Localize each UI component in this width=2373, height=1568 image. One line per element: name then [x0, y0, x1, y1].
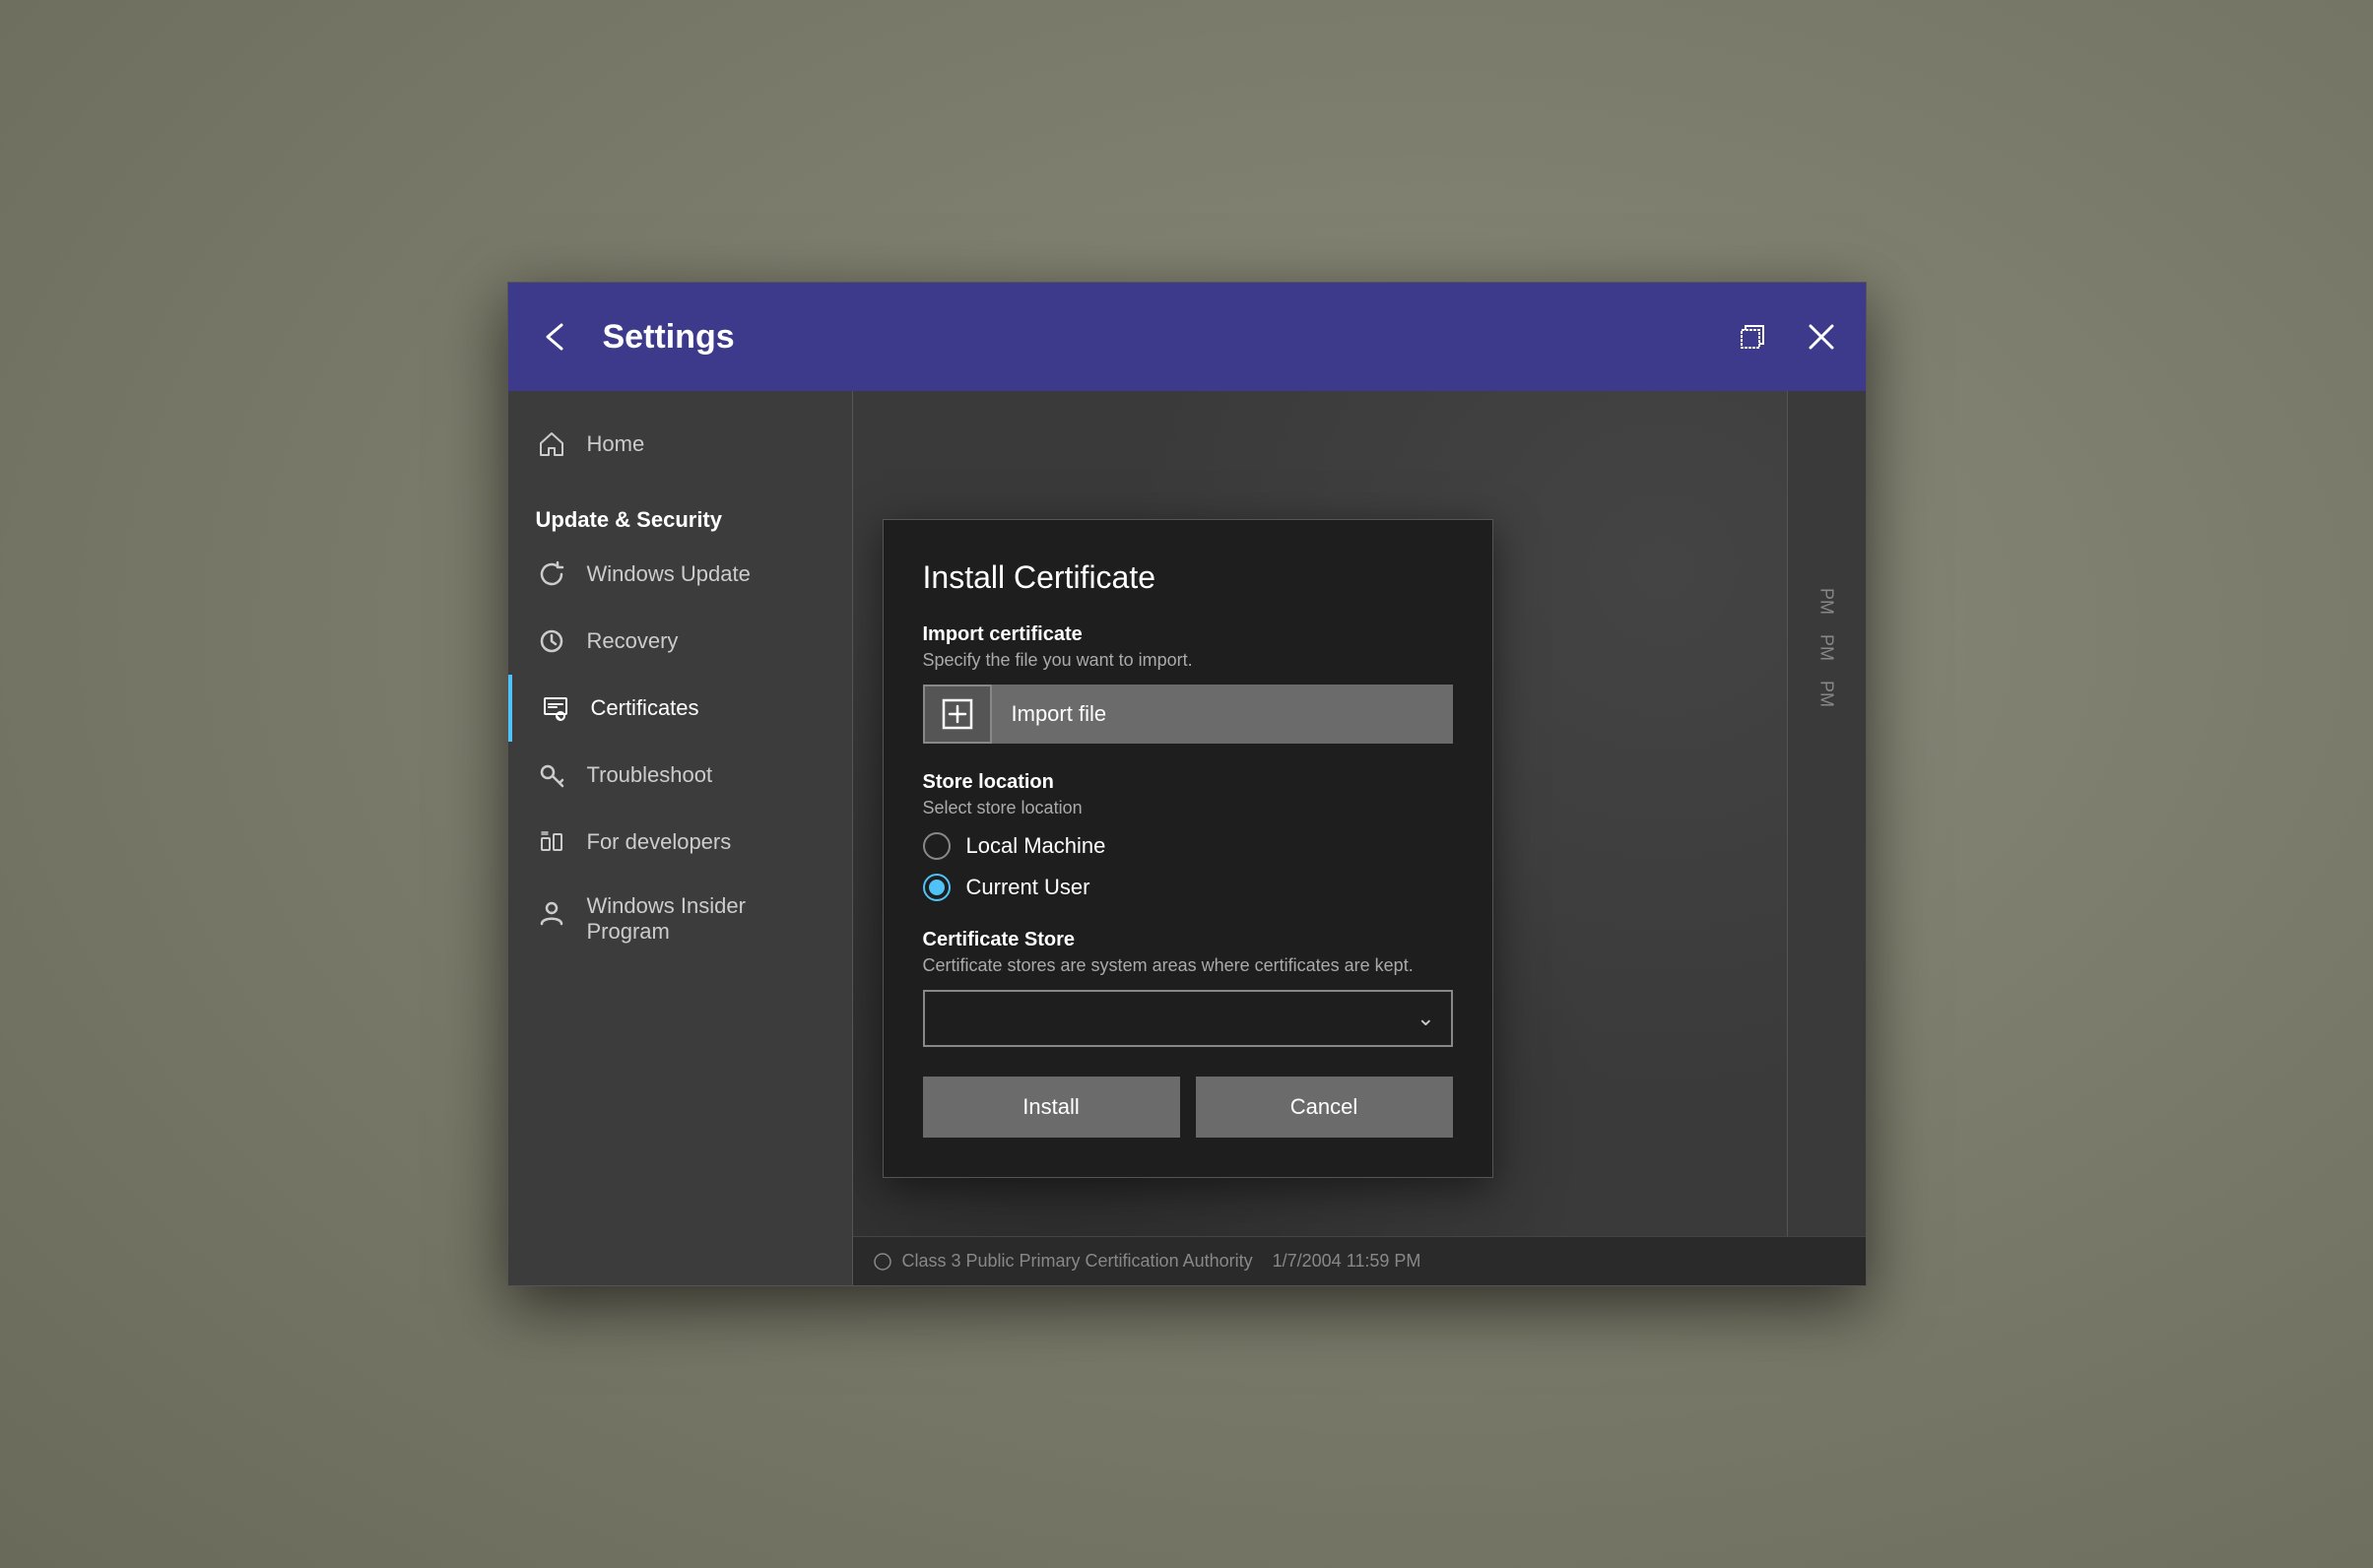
radio-local-machine[interactable]: Local Machine: [923, 832, 1453, 860]
action-buttons: Install Cancel: [923, 1077, 1453, 1138]
cancel-button[interactable]: Cancel: [1196, 1077, 1453, 1138]
settings-window: Settings: [507, 282, 1867, 1286]
sidebar-item-windows-insider[interactable]: Windows InsiderProgram: [508, 876, 852, 962]
restore-button[interactable]: [1738, 322, 1767, 352]
bottom-item-cert: Class 3 Public Primary Certification Aut…: [873, 1251, 1253, 1272]
import-file-icon: [923, 685, 992, 744]
right-content: PM PM PM Install Certificate Import cert…: [853, 391, 1866, 1285]
bottom-item-date: 1/7/2004 11:59 PM: [1273, 1251, 1421, 1272]
radio-current-user-circle: [923, 874, 951, 901]
import-cert-label: Import certificate: [923, 623, 1453, 646]
home-label: Home: [587, 431, 645, 457]
bottom-cert-text: Class 3 Public Primary Certification Aut…: [902, 1251, 1253, 1272]
sidebar-label-windows-insider: Windows InsiderProgram: [587, 893, 746, 945]
install-button[interactable]: Install: [923, 1077, 1180, 1138]
store-location-label: Store location: [923, 771, 1453, 794]
dialog-overlay: Install Certificate Import certificate S…: [853, 391, 1866, 1285]
import-cert-desc: Specify the file you want to import.: [923, 650, 1453, 671]
refresh-icon: [536, 558, 567, 590]
titlebar: Settings: [508, 283, 1866, 391]
close-button[interactable]: [1807, 322, 1836, 352]
main-content: Home Update & Security Windows Update: [508, 391, 1866, 1285]
sidebar-item-troubleshoot[interactable]: Troubleshoot: [508, 742, 852, 809]
window-controls: [1738, 322, 1836, 352]
sidebar-label-for-developers: For developers: [587, 829, 732, 855]
sidebar-label-certificates: Certificates: [591, 695, 699, 721]
sidebar-item-windows-update[interactable]: Windows Update: [508, 541, 852, 608]
radio-local-machine-label: Local Machine: [966, 833, 1106, 859]
install-certificate-dialog: Install Certificate Import certificate S…: [883, 519, 1493, 1178]
sidebar-item-recovery[interactable]: Recovery: [508, 608, 852, 675]
sidebar-item-certificates[interactable]: Certificates: [508, 675, 852, 742]
sidebar: Home Update & Security Windows Update: [508, 391, 853, 1285]
dropdown-arrow-icon: ⌄: [1417, 1006, 1434, 1031]
sidebar-section-header: Update & Security: [508, 488, 852, 541]
import-file-button[interactable]: Import file: [923, 685, 1453, 744]
person-icon: [536, 897, 567, 929]
radio-current-user-label: Current User: [966, 875, 1090, 900]
tools-icon: [536, 826, 567, 858]
dialog-title: Install Certificate: [923, 559, 1453, 596]
sidebar-label-troubleshoot: Troubleshoot: [587, 762, 713, 788]
back-button[interactable]: [538, 319, 573, 355]
cert-store-label: Certificate Store: [923, 929, 1453, 951]
import-btn-text: Import file: [992, 701, 1127, 727]
store-location-desc: Select store location: [923, 798, 1453, 818]
sidebar-label-recovery: Recovery: [587, 628, 679, 654]
sidebar-item-home[interactable]: Home: [508, 411, 852, 478]
cert-store-dropdown[interactable]: ⌄: [923, 990, 1453, 1047]
bottom-bar: Class 3 Public Primary Certification Aut…: [853, 1236, 1866, 1285]
certificate-icon: [540, 692, 571, 724]
window-title: Settings: [603, 318, 1738, 357]
home-icon: [536, 428, 567, 460]
key-icon: [536, 759, 567, 791]
radio-group-store-location: Local Machine Current User: [923, 832, 1453, 901]
history-icon: [536, 625, 567, 657]
radio-current-user[interactable]: Current User: [923, 874, 1453, 901]
cert-store-desc: Certificate stores are system areas wher…: [923, 955, 1453, 976]
sidebar-item-for-developers[interactable]: For developers: [508, 809, 852, 876]
sidebar-label-windows-update: Windows Update: [587, 561, 751, 587]
radio-local-machine-circle: [923, 832, 951, 860]
